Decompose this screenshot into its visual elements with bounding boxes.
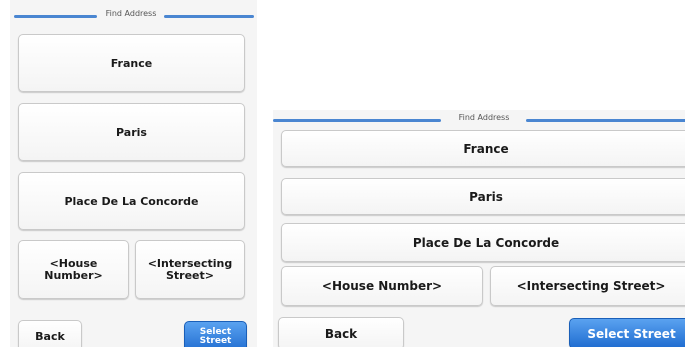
title-bar: Find Address	[273, 113, 685, 127]
back-button[interactable]: Back	[278, 317, 404, 347]
title-divider-right	[164, 15, 254, 18]
landscape-find-address-screen: Find Address France Paris Place De La Co…	[273, 110, 685, 347]
intersecting-street-button[interactable]: <Intersecting Street>	[490, 266, 685, 306]
title-divider-right	[526, 119, 685, 122]
city-button[interactable]: Paris	[281, 178, 685, 215]
screen-title: Find Address	[458, 113, 510, 122]
street-button[interactable]: Place De La Concorde	[281, 223, 685, 262]
intersecting-street-button[interactable]: <Intersecting Street>	[135, 240, 245, 299]
select-street-button[interactable]: Select Street	[569, 318, 685, 347]
house-number-button[interactable]: <House Number>	[281, 266, 483, 306]
title-bar: Find Address	[10, 9, 257, 23]
screen-title: Find Address	[105, 9, 157, 18]
back-button[interactable]: Back	[18, 320, 82, 347]
title-divider-left	[273, 119, 441, 122]
country-button[interactable]: France	[18, 34, 245, 92]
portrait-find-address-screen: Find Address France Paris Place De La Co…	[10, 0, 257, 347]
city-button[interactable]: Paris	[18, 103, 245, 161]
select-street-button[interactable]: Select Street	[184, 321, 247, 347]
house-number-button[interactable]: <House Number>	[18, 240, 129, 299]
street-button[interactable]: Place De La Concorde	[18, 172, 245, 230]
title-divider-left	[14, 15, 97, 18]
country-button[interactable]: France	[281, 130, 685, 167]
